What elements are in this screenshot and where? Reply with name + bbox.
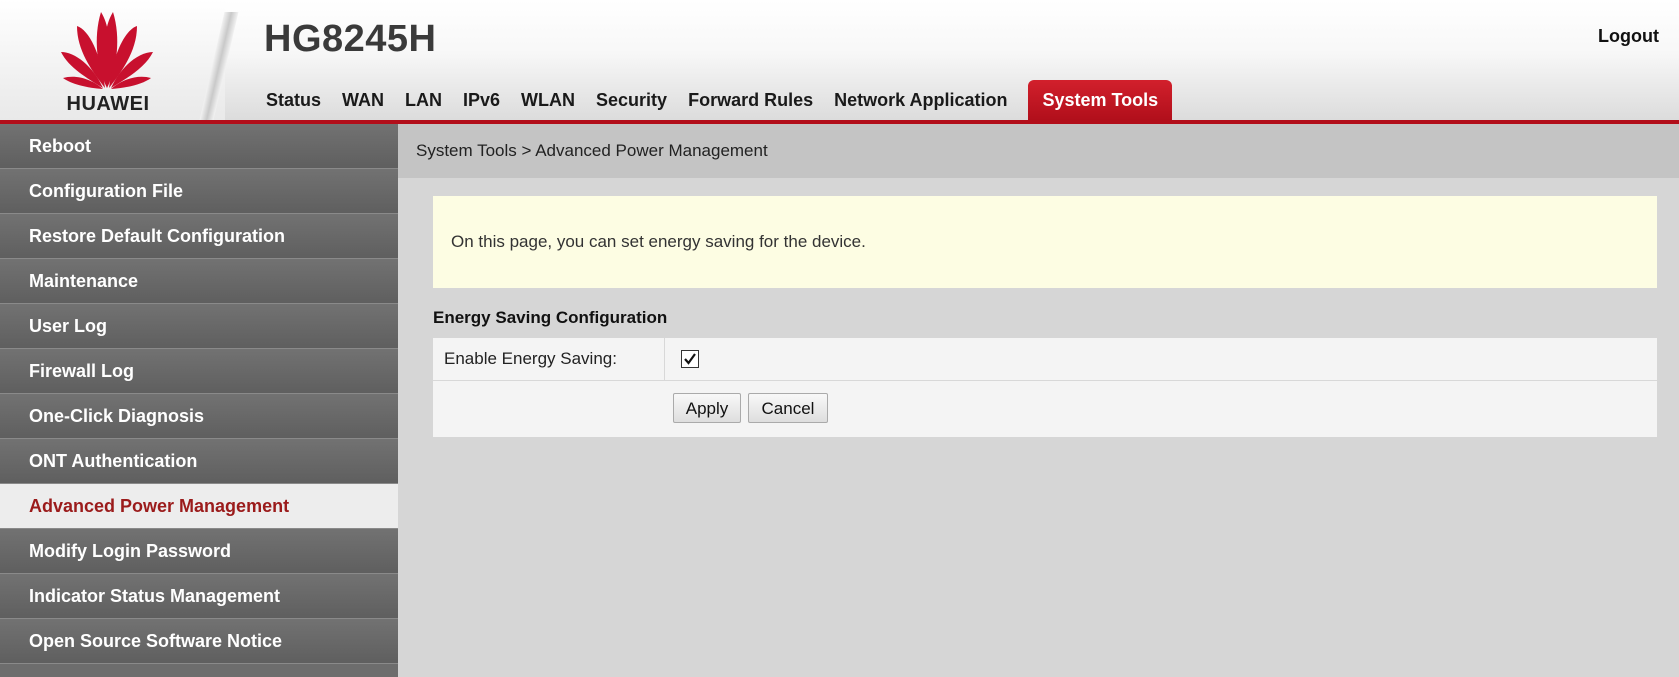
sidebar-item-indicator-status[interactable]: Indicator Status Management [0,574,398,619]
form-row-enable-energy-saving: Enable Energy Saving: [433,338,1657,381]
nav-tab-wan[interactable]: WAN [342,90,384,111]
breadcrumb: System Tools > Advanced Power Management [398,124,1679,178]
top-navigation: Status WAN LAN IPv6 WLAN Security Forwar… [266,80,1193,120]
checkmark-icon [684,353,696,365]
energy-saving-form: Enable Energy Saving: Apply Cancel [433,338,1657,437]
sidebar-item-one-click-diagnosis[interactable]: One-Click Diagnosis [0,394,398,439]
sidebar-item-open-source-notice[interactable]: Open Source Software Notice [0,619,398,664]
sidebar: Reboot Configuration File Restore Defaul… [0,124,398,677]
nav-tab-ipv6[interactable]: IPv6 [463,90,500,111]
section-title: Energy Saving Configuration [433,308,668,327]
sidebar-item-configuration-file[interactable]: Configuration File [0,169,398,214]
header-bar: HUAWEI HG8245H Logout Status WAN LAN IPv… [0,0,1679,124]
sidebar-item-modify-login-password[interactable]: Modify Login Password [0,529,398,574]
enable-energy-saving-checkbox[interactable] [681,350,699,368]
page-description: On this page, you can set energy saving … [433,196,1657,288]
form-button-row: Apply Cancel [433,381,1657,437]
huawei-logo-icon [61,12,153,89]
nav-tab-status[interactable]: Status [266,90,321,111]
sidebar-item-firewall-log[interactable]: Firewall Log [0,349,398,394]
sidebar-item-reboot[interactable]: Reboot [0,124,398,169]
brand-name: HUAWEI [66,93,150,115]
sidebar-item-user-log[interactable]: User Log [0,304,398,349]
device-model: HG8245H [264,18,437,60]
enable-energy-saving-label: Enable Energy Saving: [433,338,665,380]
cancel-button[interactable]: Cancel [748,393,828,423]
nav-tab-lan[interactable]: LAN [405,90,442,111]
apply-button[interactable]: Apply [673,393,741,423]
nav-tab-system-tools[interactable]: System Tools [1028,80,1173,120]
nav-tab-wlan[interactable]: WLAN [521,90,575,111]
logout-link[interactable]: Logout [1598,26,1659,47]
nav-tab-network-application[interactable]: Network Application [834,90,1007,111]
sidebar-item-restore-default[interactable]: Restore Default Configuration [0,214,398,259]
main-content: System Tools > Advanced Power Management… [398,124,1679,677]
nav-tab-security[interactable]: Security [596,90,667,111]
sidebar-item-maintenance[interactable]: Maintenance [0,259,398,304]
logo-area: HUAWEI [0,0,225,120]
sidebar-item-advanced-power-management[interactable]: Advanced Power Management [0,484,398,529]
nav-tab-forward-rules[interactable]: Forward Rules [688,90,813,111]
sidebar-item-ont-authentication[interactable]: ONT Authentication [0,439,398,484]
